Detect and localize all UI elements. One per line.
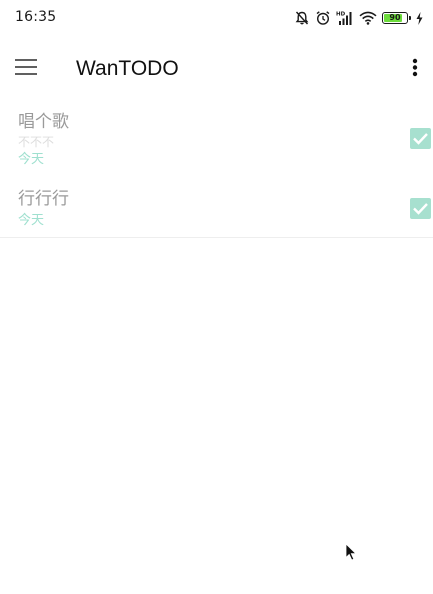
todo-content: 不不不: [18, 135, 55, 149]
done-checkbox[interactable]: [410, 198, 431, 219]
hamburger-menu-icon[interactable]: [15, 58, 38, 76]
mouse-cursor-icon: [345, 543, 357, 561]
todo-list: 唱个歌 不不不 今天 行行行 今天: [0, 102, 433, 238]
mute-bell-icon: [294, 10, 310, 26]
wifi-icon: [359, 11, 377, 25]
svg-text:HD: HD: [336, 12, 346, 18]
todo-item[interactable]: 行行行 今天: [0, 172, 433, 238]
status-icons: HD 90: [294, 9, 423, 27]
hd-signal-icon: HD: [336, 10, 354, 26]
todo-title: 行行行: [18, 189, 69, 209]
todo-title: 唱个歌: [18, 112, 69, 132]
todo-date: 今天: [18, 152, 45, 167]
alarm-icon: [315, 10, 331, 26]
todo-item[interactable]: 唱个歌 不不不 今天: [0, 102, 433, 172]
charging-icon: [416, 11, 423, 25]
check-icon: [413, 133, 428, 145]
battery-level: 90: [389, 13, 401, 22]
status-time: 16:35: [15, 9, 57, 25]
battery-icon: 90: [382, 12, 411, 24]
done-checkbox[interactable]: [410, 128, 431, 149]
check-icon: [413, 203, 428, 215]
more-vertical-icon[interactable]: [411, 58, 419, 80]
app-title: WanTODO: [76, 57, 179, 80]
app-bar: WanTODO: [0, 36, 433, 102]
status-bar: 16:35 HD 90: [0, 0, 433, 36]
todo-date: 今天: [18, 213, 45, 228]
